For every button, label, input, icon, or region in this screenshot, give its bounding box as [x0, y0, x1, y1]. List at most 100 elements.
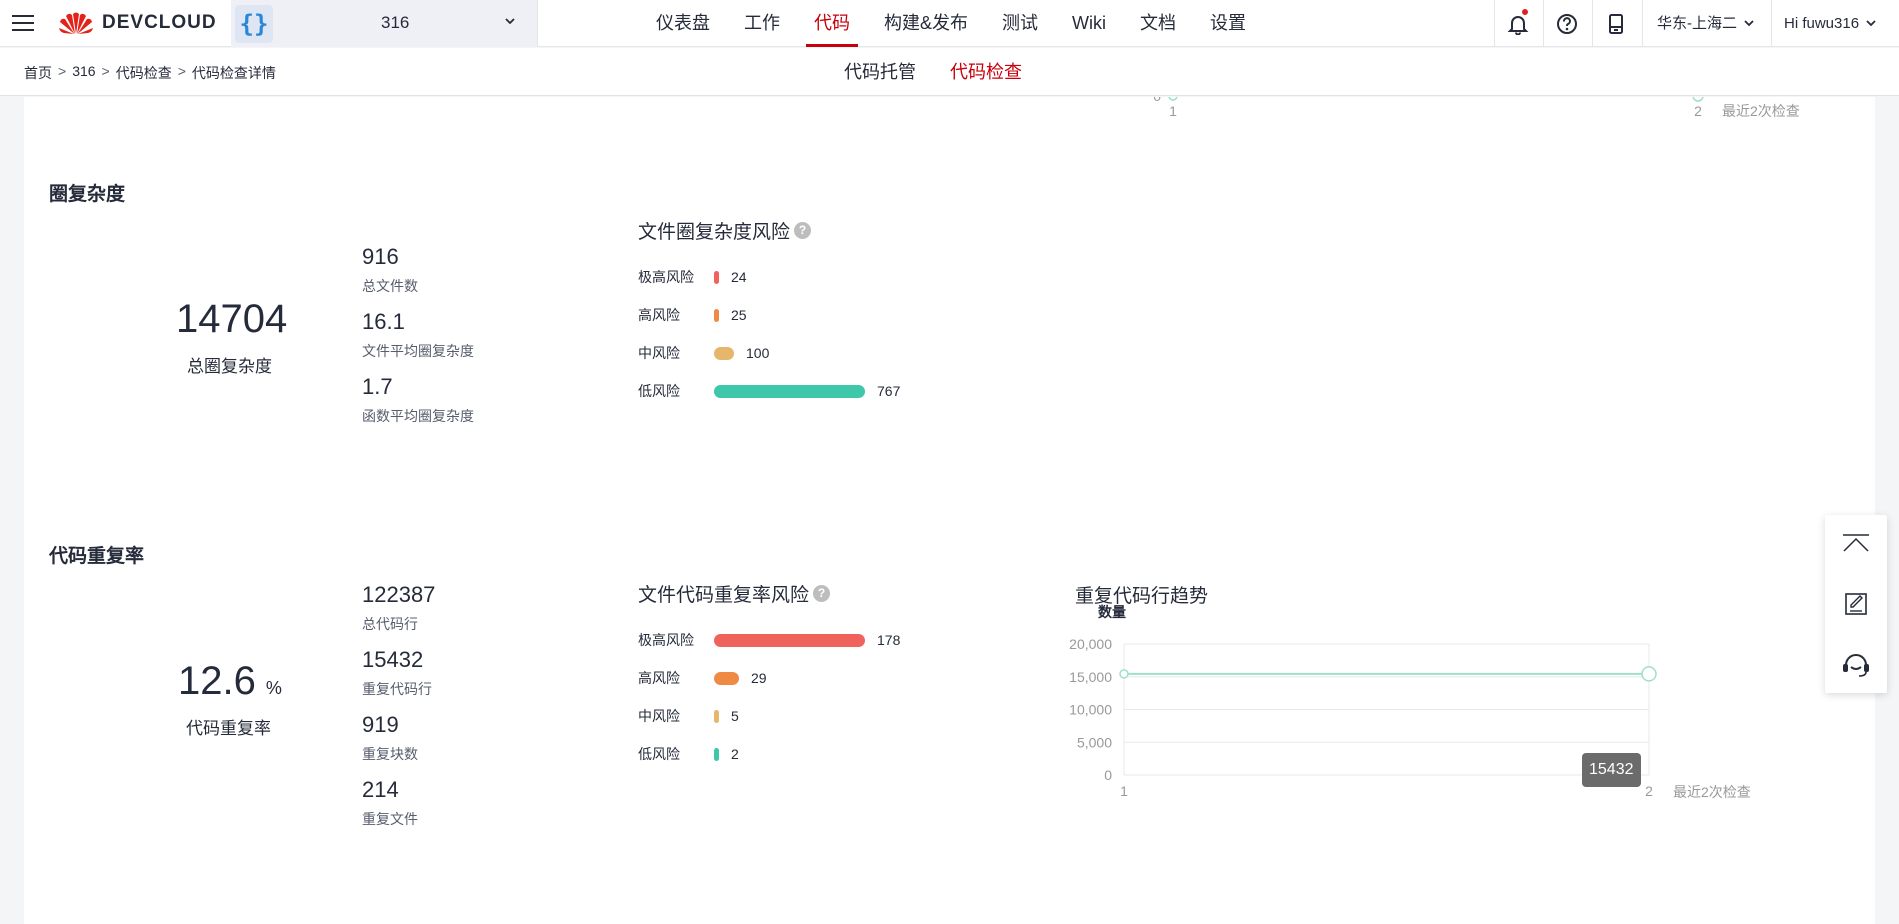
risk-label: 极高风险 — [638, 632, 694, 648]
stat-duplicate-files-label: 重复文件 — [362, 811, 418, 827]
nav-work[interactable]: 工作 — [732, 0, 792, 47]
stat-total-files-label: 总文件数 — [362, 278, 418, 294]
nav-wiki[interactable]: Wiki — [1060, 0, 1118, 47]
risk-bar[interactable] — [714, 633, 865, 647]
risk-value: 2 — [731, 746, 739, 762]
duplication-risk-title-text: 文件代码重复率风险 — [638, 585, 810, 606]
headset-icon — [1843, 654, 1869, 677]
y-tick-label: 15,000 — [1069, 669, 1112, 685]
stat-duplicate-files-value: 214 — [362, 777, 399, 802]
previous-trend-chart-fragment: 0 1 2 最近2次检查 — [1153, 97, 1800, 119]
sub-header: 首页 > 316 > 代码检查 > 代码检查详情 代码托管 代码检查 — [0, 48, 1899, 96]
top-header: DEVCLOUD {} 316 仪表盘 工作 代码 构建&发布 测试 Wiki … — [0, 0, 1899, 47]
y-tick-label: 20,000 — [1069, 636, 1112, 652]
stat-duplicate-blocks-value: 919 — [362, 712, 399, 737]
hamburger-menu-icon[interactable] — [10, 10, 36, 36]
risk-value: 5 — [731, 708, 739, 724]
risk-bar[interactable] — [714, 346, 734, 360]
huawei-logo-icon — [59, 12, 93, 34]
devcloud-logo[interactable]: DEVCLOUD — [58, 8, 217, 38]
x-tick-label: 2 — [1694, 103, 1702, 119]
duplication-risk-row: 低风险 2 — [638, 744, 739, 764]
chevron-down-icon — [1744, 20, 1754, 27]
duplication-risk-row: 中风险 5 — [638, 706, 739, 726]
duplication-rate-label: 代码重复率 — [186, 719, 271, 738]
complexity-risk-row: 极高风险 24 — [638, 267, 747, 287]
y-tick-label: 0 — [1104, 767, 1112, 783]
nav-settings[interactable]: 设置 — [1198, 0, 1258, 47]
tab-code-check[interactable]: 代码检查 — [950, 48, 1022, 96]
chart-tooltip: 15432 — [1582, 753, 1641, 787]
risk-bar[interactable] — [714, 747, 719, 761]
x-axis-label: 最近2次检查 — [1722, 103, 1800, 119]
breadcrumb-current: 代码检查详情 — [191, 65, 276, 81]
risk-bar[interactable] — [714, 270, 719, 284]
risk-bar[interactable] — [714, 671, 739, 685]
risk-bar[interactable] — [714, 709, 719, 723]
user-label: Hi fuwu316 — [1784, 15, 1860, 32]
stat-avg-function-complexity-value: 1.7 — [362, 374, 393, 399]
complexity-risk-row: 中风险 100 — [638, 343, 769, 363]
stat-total-lines-value: 122387 — [362, 582, 436, 607]
bell-icon — [1507, 15, 1529, 35]
logo-text: DEVCLOUD — [102, 12, 217, 33]
notification-badge — [1522, 9, 1528, 15]
back-to-top-button[interactable] — [1825, 518, 1887, 568]
data-point — [1119, 669, 1129, 679]
device-button[interactable] — [1592, 0, 1640, 47]
feedback-button[interactable] — [1825, 579, 1887, 629]
stat-duplicate-lines-label: 重复代码行 — [362, 681, 432, 697]
breadcrumb-code-check[interactable]: 代码检查 — [116, 63, 172, 83]
complexity-section-title: 圈复杂度 — [49, 184, 126, 205]
data-point — [1168, 97, 1178, 101]
stat-avg-file-complexity-value: 16.1 — [362, 309, 405, 334]
nav-test[interactable]: 测试 — [990, 0, 1050, 47]
risk-bar[interactable] — [714, 384, 865, 398]
duplication-risk-row: 高风险 29 — [638, 668, 767, 688]
content-panel: 0 1 2 最近2次检查 圈复杂度 14704 总圈复杂度 916 总文件数 1… — [24, 97, 1875, 924]
duplication-section-title: 代码重复率 — [49, 546, 145, 567]
region-label: 华东-上海二 — [1657, 15, 1737, 32]
risk-value: 25 — [731, 307, 747, 323]
x-tick-label: 1 — [1120, 783, 1128, 799]
nav-dashboard[interactable]: 仪表盘 — [644, 0, 722, 47]
y-tick-label: 0 — [1153, 97, 1161, 104]
risk-value: 29 — [751, 670, 767, 686]
risk-bar[interactable] — [714, 308, 719, 322]
breadcrumb-separator: > — [58, 63, 67, 79]
customer-service-button[interactable] — [1825, 639, 1887, 689]
breadcrumb-home[interactable]: 首页 — [24, 63, 52, 83]
y-tick-label: 10,000 — [1069, 702, 1112, 718]
stat-duplicate-lines-value: 15432 — [362, 647, 424, 672]
help-icon[interactable]: ? — [794, 222, 812, 239]
complexity-risk-row: 高风险 25 — [638, 305, 747, 325]
stat-avg-file-complexity-label: 文件平均圈复杂度 — [362, 343, 474, 359]
nav-docs[interactable]: 文档 — [1128, 0, 1188, 47]
region-selector[interactable]: 华东-上海二 — [1643, 0, 1771, 47]
floating-toolbar — [1825, 515, 1887, 693]
duplication-rate-unit: % — [265, 678, 282, 698]
total-complexity-value: 14704 — [176, 297, 288, 341]
code-braces-icon: {} — [235, 4, 273, 43]
help-circle-icon — [1557, 13, 1577, 34]
back-to-top-icon — [1843, 534, 1869, 552]
breadcrumb-project[interactable]: 316 — [72, 63, 95, 83]
x-tick-label: 1 — [1169, 103, 1177, 119]
help-icon[interactable]: ? — [813, 585, 831, 602]
user-menu[interactable]: Hi fuwu316 — [1772, 0, 1898, 47]
edit-note-icon — [1845, 593, 1867, 615]
notification-button[interactable] — [1494, 0, 1542, 47]
nav-build-release[interactable]: 构建&发布 — [872, 0, 980, 47]
duplicate-lines-trend-chart: 数量 0 5,000 10,000 15,000 20,000 1 2 最近2次检查 — [1069, 604, 1751, 800]
risk-label: 高风险 — [638, 307, 680, 323]
project-name: 316 — [381, 13, 410, 32]
tab-code-hosting[interactable]: 代码托管 — [844, 48, 916, 96]
stat-total-files-value: 916 — [362, 244, 399, 269]
stat-total-lines-label: 总代码行 — [362, 616, 418, 632]
x-axis-label: 最近2次检查 — [1673, 784, 1751, 800]
breadcrumb-separator: > — [101, 63, 110, 79]
nav-code[interactable]: 代码 — [802, 0, 862, 47]
project-selector[interactable]: {} 316 — [231, 0, 537, 47]
risk-label: 低风险 — [638, 746, 680, 762]
help-button[interactable] — [1543, 0, 1591, 47]
